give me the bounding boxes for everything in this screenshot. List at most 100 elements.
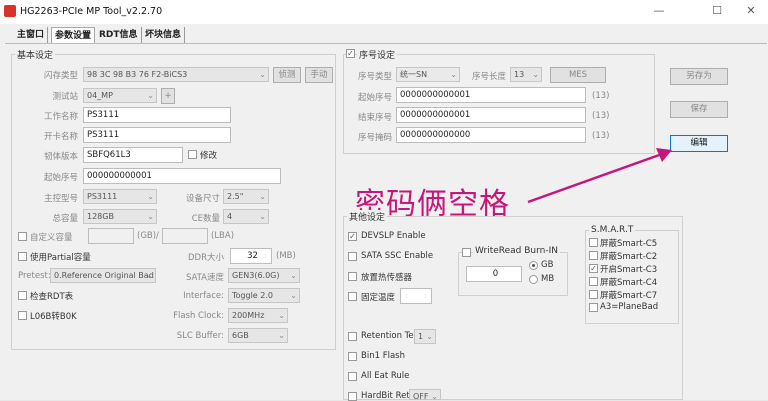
- mes-button[interactable]: MES: [550, 67, 606, 83]
- maximize-button[interactable]: ☐: [700, 0, 734, 22]
- add-station-button[interactable]: +: [161, 88, 175, 104]
- save-button[interactable]: 保存: [670, 101, 728, 118]
- start-serial-field[interactable]: 000000000001: [83, 168, 281, 184]
- fixed-temp-checkbox[interactable]: [348, 292, 357, 301]
- flash-clock-select[interactable]: 200MHz ⌄: [228, 308, 288, 323]
- smart-label: S.M.A.R.T: [589, 225, 636, 235]
- pretest-label: Pretest:: [18, 271, 51, 281]
- slc-buffer-select[interactable]: 6GB ⌄: [228, 328, 288, 343]
- chevron-down-icon: ⌄: [147, 192, 154, 201]
- serial-settings-label: 序号设定: [357, 48, 398, 61]
- ddr-field[interactable]: 32: [230, 248, 272, 264]
- hardbit-select[interactable]: OFF ⌄: [409, 389, 441, 400]
- work-name-field[interactable]: PS3111: [83, 107, 231, 123]
- check-rdt-checkbox[interactable]: [18, 291, 27, 300]
- ce-count-select[interactable]: 4 ⌄: [223, 209, 269, 224]
- tab-rdt[interactable]: RDT信息: [96, 27, 142, 44]
- capacity-label: 总容量: [52, 214, 78, 224]
- devslp-checkbox[interactable]: ✓: [348, 232, 357, 241]
- serial-type-select[interactable]: 统一SN ⌄: [396, 67, 460, 82]
- sata-ssc-checkbox[interactable]: [348, 252, 357, 261]
- annotation-arrow: [527, 148, 672, 204]
- write-read-field[interactable]: 0: [466, 266, 522, 282]
- a3-planebad-checkbox[interactable]: [589, 303, 598, 312]
- ddr-label: DDR大小: [188, 253, 224, 263]
- chevron-down-icon: ⌄: [426, 332, 433, 341]
- modify-checkbox[interactable]: [188, 150, 197, 159]
- chevron-down-icon: ⌄: [290, 271, 297, 280]
- smart-c7-label: 屏蔽Smart-C7: [600, 291, 658, 301]
- custom-capacity-label: 自定义容量: [30, 233, 73, 243]
- custom-capacity-checkbox[interactable]: [18, 232, 27, 241]
- lba-unit-label: (LBA): [211, 231, 235, 241]
- chevron-down-icon: ⌄: [259, 70, 266, 79]
- minimize-button[interactable]: —: [642, 0, 676, 22]
- detect-button[interactable]: 侦测: [273, 67, 301, 83]
- smart-c2-checkbox[interactable]: [589, 251, 598, 260]
- serial-settings-checkbox[interactable]: ✓: [346, 49, 355, 58]
- l06b-label: L06B转B0K: [30, 312, 77, 322]
- interface-label: Interface:: [183, 291, 224, 301]
- tab-bad-block[interactable]: 坏块信息: [142, 27, 186, 44]
- chevron-down-icon: ⌄: [259, 212, 266, 221]
- bin1-label: Bin1 Flash: [361, 351, 405, 361]
- serial-start-field[interactable]: 0000000000001: [396, 87, 586, 103]
- firmware-field[interactable]: SBFQ61L3: [83, 147, 183, 163]
- retention-select[interactable]: 1 ⌄: [414, 329, 436, 344]
- gb-radio[interactable]: [529, 261, 538, 270]
- retention-checkbox[interactable]: [348, 332, 357, 341]
- test-station-label: 测试站: [52, 92, 78, 102]
- smart-c3-checkbox[interactable]: ✓: [589, 264, 598, 273]
- card-name-field[interactable]: PS3111: [83, 127, 231, 143]
- card-name-label: 开卡名称: [43, 132, 78, 142]
- interface-select[interactable]: Toggle 2.0 ⌄: [228, 288, 300, 303]
- tab-settings[interactable]: 参数设置: [51, 27, 96, 44]
- manual-button[interactable]: 手动: [305, 67, 333, 83]
- check-rdt-label: 检查RDT表: [30, 292, 74, 302]
- start-serial-label: 起始序号: [43, 173, 78, 183]
- chevron-down-icon: ⌄: [259, 192, 266, 201]
- firmware-label: 韧体版本: [43, 152, 78, 162]
- close-button[interactable]: ✕: [734, 0, 768, 22]
- sata-speed-select[interactable]: GEN3(6.0G) ⌄: [228, 268, 300, 283]
- arrow-shaft: [527, 152, 663, 204]
- basic-settings-label: 基本设定: [15, 48, 56, 61]
- window-title: HG2263-PCIe MP Tool_v2.2.70: [20, 6, 163, 17]
- capacity-select[interactable]: 128GB ⌄: [83, 209, 157, 224]
- smart-c3-label: 开启Smart-C3: [600, 265, 658, 275]
- partial-checkbox[interactable]: [18, 252, 27, 261]
- serial-length-select[interactable]: 13 ⌄: [510, 67, 542, 82]
- app-icon: [4, 5, 16, 17]
- thermal-checkbox[interactable]: [348, 272, 357, 281]
- write-read-checkbox[interactable]: [462, 248, 471, 257]
- test-station-select[interactable]: 04_MP ⌄: [83, 88, 157, 103]
- flash-type-label: 闪存类型: [43, 71, 78, 81]
- chevron-down-icon: ⌄: [146, 271, 153, 280]
- flash-clock-label: Flash Clock:: [173, 311, 224, 321]
- partial-label: 使用Partial容量: [30, 253, 91, 263]
- serial-end-field[interactable]: 0000000000001: [396, 107, 586, 123]
- smart-c5-checkbox[interactable]: [589, 238, 598, 247]
- fixed-temp-label: 固定温度: [361, 293, 396, 303]
- mb-radio[interactable]: [529, 275, 538, 284]
- save-as-button[interactable]: 另存为: [670, 68, 728, 85]
- smart-c4-checkbox[interactable]: [589, 277, 598, 286]
- flash-type-select[interactable]: 98 3C 98 B3 76 F2-BiCS3 ⌄: [83, 67, 269, 82]
- tab-main[interactable]: 主窗口: [14, 27, 49, 44]
- l06b-checkbox[interactable]: [18, 311, 27, 320]
- bin1-checkbox[interactable]: [348, 352, 357, 361]
- all-eat-checkbox[interactable]: [348, 372, 357, 381]
- pretest-select[interactable]: 0.Reference Original Bad ⌄: [50, 268, 156, 283]
- serial-length-label: 序号长度: [471, 72, 506, 82]
- ce-count-label: CE数量: [191, 214, 220, 224]
- fixed-temp-field[interactable]: [400, 288, 432, 304]
- controller-select[interactable]: PS3111 ⌄: [83, 189, 157, 204]
- gb-unit-label: (GB)/: [137, 231, 159, 241]
- custom-lba-field[interactable]: [162, 228, 208, 244]
- all-eat-label: All Eat Rule: [361, 371, 410, 381]
- device-size-label: 设备尺寸: [185, 194, 220, 204]
- custom-gb-field[interactable]: [88, 228, 134, 244]
- device-size-select[interactable]: 2.5" ⌄: [223, 189, 269, 204]
- smart-c7-checkbox[interactable]: [589, 290, 598, 299]
- chevron-down-icon: ⌄: [532, 70, 539, 79]
